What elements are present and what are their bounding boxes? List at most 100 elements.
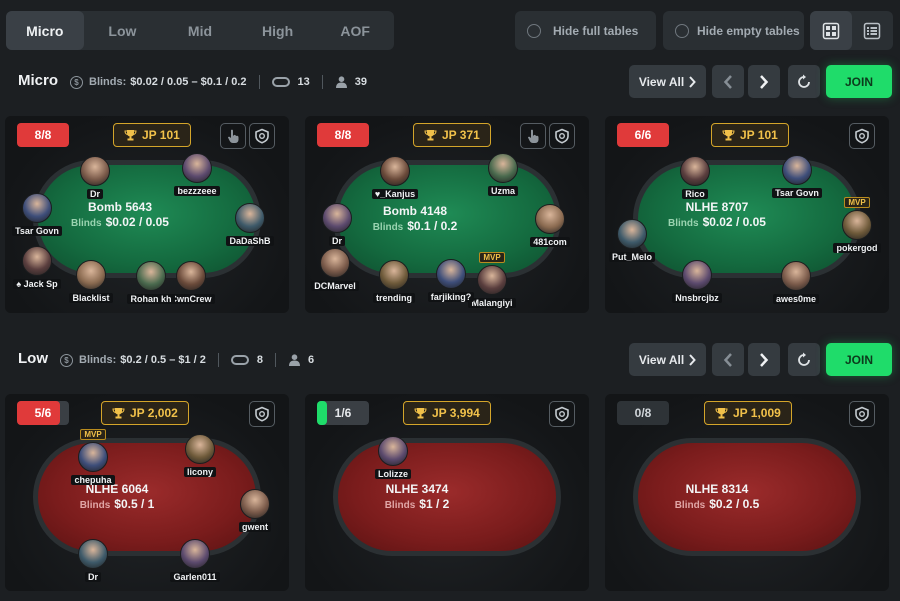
seated-player[interactable]: ♠ Jack Sp xyxy=(7,246,67,294)
grid-view-button[interactable] xyxy=(810,11,852,50)
avatar xyxy=(76,260,106,290)
seated-player[interactable]: Nnsbrcjbz xyxy=(667,260,727,308)
seated-player[interactable]: awes0me xyxy=(766,261,826,309)
seats-badge: 8/8 xyxy=(317,123,369,147)
join-button[interactable]: JOIN xyxy=(826,343,892,376)
chevron-left-icon xyxy=(723,352,732,367)
seated-player[interactable]: Dr xyxy=(65,156,125,204)
blinds-coin-icon: $ xyxy=(70,75,83,89)
player-name: bezzzeee xyxy=(174,186,220,196)
tab-mid[interactable]: Mid xyxy=(161,11,239,50)
shield-indicator xyxy=(549,123,575,149)
view-all-button[interactable]: View All xyxy=(629,343,706,376)
divider xyxy=(217,353,219,367)
table-card[interactable]: 1/6 JP 3,994 NLHE 3474 Blinds $1 / 2 Lolizze xyxy=(305,394,589,591)
trophy-icon xyxy=(722,130,735,141)
player-name: trending xyxy=(373,293,415,303)
next-page-button[interactable] xyxy=(748,65,780,98)
seated-player[interactable]: Dr xyxy=(307,203,367,251)
list-view-icon xyxy=(864,22,881,39)
avatar xyxy=(617,219,647,249)
trophy-icon xyxy=(414,408,427,419)
seated-player[interactable]: Blacklist xyxy=(61,260,121,308)
avatar xyxy=(185,434,215,464)
avatar xyxy=(22,246,52,276)
seated-player[interactable]: DaDaShB xyxy=(220,203,280,251)
blinds-coin-icon: $ xyxy=(60,353,73,367)
join-button[interactable]: JOIN xyxy=(826,65,892,98)
table-card[interactable]: 0/8 JP 1,009 NLHE 8314 Blinds $0.2 / 0.5 xyxy=(605,394,889,591)
hide-empty-label: Hide empty tables xyxy=(697,23,800,38)
avatar xyxy=(320,248,350,278)
avatar xyxy=(436,259,466,289)
player-name: Tsar Govn xyxy=(772,188,822,198)
table-stakes: $0.02 / 0.05 xyxy=(702,215,766,229)
view-mode-toggle xyxy=(810,11,893,50)
stake-tabs: Micro Low Mid High AOF xyxy=(6,11,394,50)
avatar xyxy=(477,265,507,295)
shield-icon xyxy=(255,128,269,144)
player-name: Put_Melo xyxy=(608,252,655,262)
tab-aof[interactable]: AOF xyxy=(316,11,394,50)
seated-player[interactable]: gwent xyxy=(225,489,285,537)
seats-count: 0/8 xyxy=(634,406,652,420)
seated-player[interactable]: trending xyxy=(364,260,424,308)
table-card[interactable]: 8/8 JP 101 Bomb 5643 Blinds $0.02 / 0.05 Dr be… xyxy=(5,116,289,313)
seated-player[interactable]: Tsar Govn xyxy=(767,155,827,203)
seated-player[interactable]: Put_Melo xyxy=(605,219,662,267)
seated-player[interactable]: MVP chepuha xyxy=(63,424,123,490)
jackpot-amount: JP 101 xyxy=(142,128,180,142)
avatar xyxy=(78,539,108,569)
grid-view-icon xyxy=(822,22,839,39)
hide-empty-tables-toggle[interactable]: Hide empty tables xyxy=(663,11,804,50)
player-name: DCMarvel xyxy=(311,281,359,291)
seated-player[interactable]: Rohan kh xyxy=(121,261,181,309)
seated-player[interactable]: Dr xyxy=(63,539,123,587)
table-card[interactable]: 8/8 JP 371 Bomb 4148 Blinds $0.1 / 0.2 ♥_Kanj… xyxy=(305,116,589,313)
tab-low[interactable]: Low xyxy=(84,11,162,50)
seated-player[interactable]: ♥_Kanjus xyxy=(365,156,425,204)
section-info: $ Blinds: $0.2 / 0.5 – $1 / 2 8 6 xyxy=(60,353,314,367)
seated-player[interactable]: farjiking? xyxy=(421,259,481,307)
seated-player[interactable]: Rico xyxy=(665,156,725,204)
player-name: farjiking? xyxy=(427,292,475,302)
hide-full-label: Hide full tables xyxy=(553,23,639,38)
seated-player[interactable]: bezzzeee xyxy=(167,153,227,201)
seated-player[interactable]: 481com xyxy=(520,204,580,252)
seated-player[interactable]: DCMarvel xyxy=(305,248,365,296)
refresh-button[interactable] xyxy=(788,343,820,376)
list-view-button[interactable] xyxy=(852,11,894,50)
next-page-button[interactable] xyxy=(748,343,780,376)
jackpot-amount: JP 1,009 xyxy=(733,406,781,420)
seats-fill xyxy=(317,401,327,425)
table-card[interactable]: 6/6 JP 101 NLHE 8707 Blinds $0.02 / 0.05 Rico… xyxy=(605,116,889,313)
previous-page-button[interactable] xyxy=(712,65,744,98)
seated-player[interactable]: Uzma xyxy=(473,153,533,201)
previous-page-button[interactable] xyxy=(712,343,744,376)
seated-player[interactable]: Tsar Govn xyxy=(7,193,67,241)
seats-count: 5/6 xyxy=(34,406,52,420)
blinds-caption: Blinds xyxy=(71,218,102,229)
seated-player[interactable]: Lolizze xyxy=(363,436,423,484)
blinds-caption: Blinds xyxy=(79,500,111,511)
player-name: Lolizze xyxy=(374,469,411,479)
shield-icon xyxy=(255,406,269,422)
table-info: NLHE 8314 Blinds $0.2 / 0.5 xyxy=(652,482,782,513)
jackpot-badge: JP 101 xyxy=(113,123,191,147)
view-all-button[interactable]: View All xyxy=(629,65,706,98)
seated-player[interactable]: Garlen011 xyxy=(165,539,225,587)
hide-full-tables-toggle[interactable]: Hide full tables xyxy=(515,11,656,50)
refresh-button[interactable] xyxy=(788,65,820,98)
table-card[interactable]: 5/6 JP 2,002 NLHE 6064 Blinds $0.5 / 1 MVP che… xyxy=(5,394,289,591)
jackpot-amount: JP 371 xyxy=(442,128,480,142)
tab-high[interactable]: High xyxy=(239,11,317,50)
blinds-range: $0.2 / 0.5 – $1 / 2 xyxy=(120,354,206,366)
seated-player[interactable]: MVP pokergod xyxy=(827,192,887,258)
chevron-left-icon xyxy=(723,74,732,89)
shield-icon xyxy=(555,128,569,144)
tab-micro[interactable]: Micro xyxy=(6,11,84,50)
avatar xyxy=(535,204,565,234)
seats-badge: 0/8 xyxy=(617,401,669,425)
table-stakes: $0.2 / 0.5 xyxy=(709,497,760,511)
seated-player[interactable]: licony xyxy=(170,434,230,482)
